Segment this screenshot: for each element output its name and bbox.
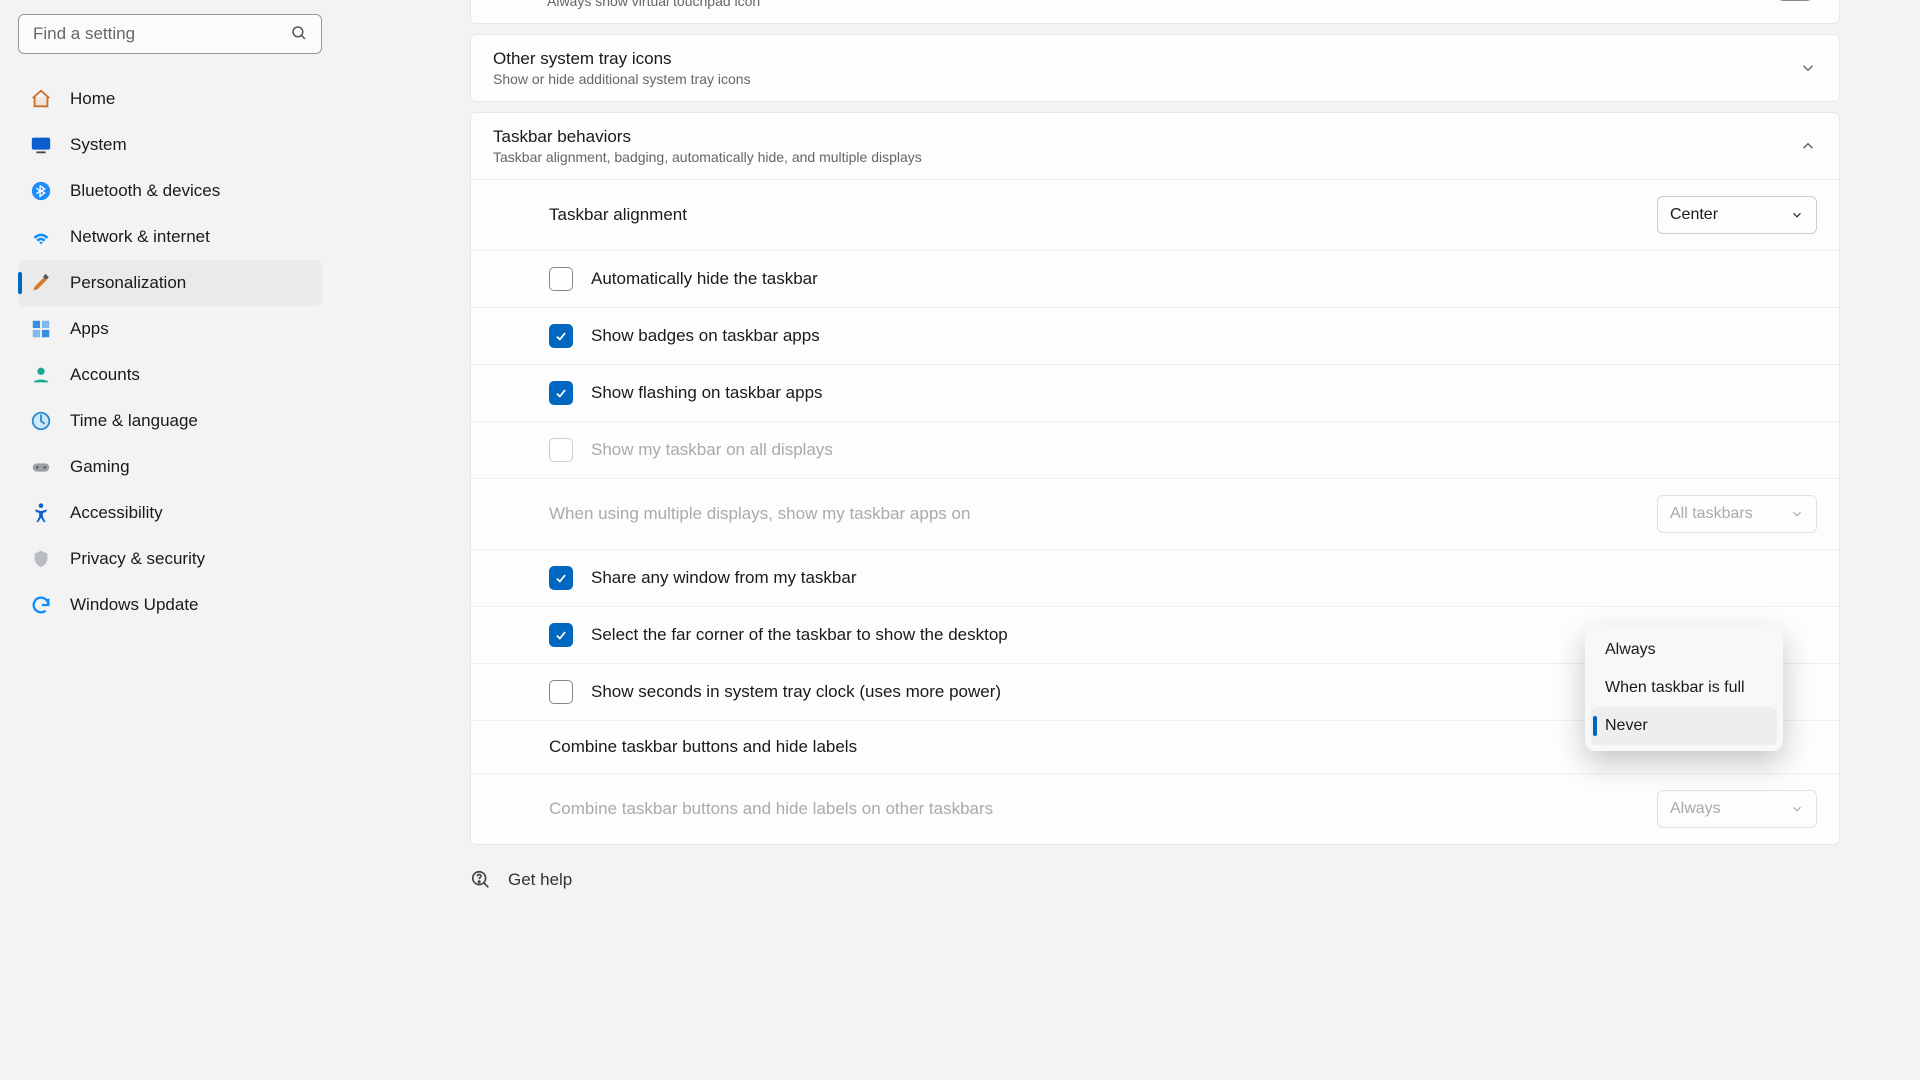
sidebar-item-bluetooth[interactable]: Bluetooth & devices xyxy=(18,168,322,214)
row-show-badges[interactable]: Show badges on taskbar apps xyxy=(471,307,1839,364)
row-combine-buttons: Combine taskbar buttons and hide labels … xyxy=(471,720,1839,773)
row-label: Show flashing on taskbar apps xyxy=(591,383,1817,403)
row-show-flashing[interactable]: Show flashing on taskbar apps xyxy=(471,364,1839,421)
chevron-down-icon xyxy=(1799,59,1817,77)
row-label: Combine taskbar buttons and hide labels … xyxy=(549,799,1657,819)
dropdown-value: Always xyxy=(1670,800,1721,818)
sidebar-item-system[interactable]: System xyxy=(18,122,322,168)
sidebar-item-label: Time & language xyxy=(70,411,198,431)
row-subtitle: Always show virtual touchpad icon xyxy=(547,0,1738,9)
sidebar-item-label: Bluetooth & devices xyxy=(70,181,220,201)
accessibility-icon xyxy=(30,502,52,524)
row-auto-hide[interactable]: Automatically hide the taskbar xyxy=(471,250,1839,307)
row-subtitle: Show or hide additional system tray icon… xyxy=(493,71,1787,87)
sidebar-item-label: Accounts xyxy=(70,365,140,385)
sidebar-item-accounts[interactable]: Accounts xyxy=(18,352,322,398)
search-input[interactable] xyxy=(18,14,322,54)
row-label: Automatically hide the taskbar xyxy=(591,269,1817,289)
search-icon xyxy=(290,24,308,42)
sidebar-item-label: Home xyxy=(70,89,115,109)
dropdown-value: All taskbars xyxy=(1670,505,1753,523)
checkbox[interactable] xyxy=(549,566,573,590)
update-icon xyxy=(30,594,52,616)
sidebar-item-label: Accessibility xyxy=(70,503,163,523)
sidebar: Home System Bluetooth & devices Network … xyxy=(0,0,340,1080)
sidebar-item-label: Apps xyxy=(70,319,109,339)
row-label: When using multiple displays, show my ta… xyxy=(549,504,1657,524)
row-label: Taskbar alignment xyxy=(549,205,1657,225)
dropdown-value: Center xyxy=(1670,206,1718,224)
behaviors-header-row[interactable]: Taskbar behaviors Taskbar alignment, bad… xyxy=(471,113,1839,179)
dropdown-combine-other: Always xyxy=(1657,790,1817,828)
sidebar-item-time-language[interactable]: Time & language xyxy=(18,398,322,444)
bluetooth-icon xyxy=(30,180,52,202)
home-icon xyxy=(30,88,52,110)
sidebar-item-network[interactable]: Network & internet xyxy=(18,214,322,260)
popup-option-never[interactable]: Never xyxy=(1591,707,1777,745)
toggle-switch[interactable] xyxy=(1773,0,1817,1)
link-label: Get help xyxy=(508,870,572,890)
sidebar-item-label: Windows Update xyxy=(70,595,199,615)
sidebar-item-windows-update[interactable]: Windows Update xyxy=(18,582,322,628)
row-label: Show my taskbar on all displays xyxy=(591,440,1817,460)
touchpad-icon xyxy=(493,0,521,4)
row-title: Other system tray icons xyxy=(493,49,1787,69)
row-label: Show badges on taskbar apps xyxy=(591,326,1817,346)
row-combine-other-taskbars: Combine taskbar buttons and hide labels … xyxy=(471,773,1839,844)
sidebar-item-label: Network & internet xyxy=(70,227,210,247)
row-label: Share any window from my taskbar xyxy=(591,568,1817,588)
person-icon xyxy=(30,364,52,386)
checkbox[interactable] xyxy=(549,623,573,647)
gamepad-icon xyxy=(30,456,52,478)
checkbox xyxy=(549,438,573,462)
sidebar-item-label: System xyxy=(70,135,127,155)
row-multi-displays-apps: When using multiple displays, show my ta… xyxy=(471,478,1839,549)
dropdown-alignment[interactable]: Center xyxy=(1657,196,1817,234)
paintbrush-icon xyxy=(30,272,52,294)
card-virtual-touchpad[interactable]: Virtual touchpad Always show virtual tou… xyxy=(470,0,1840,24)
combine-popup: Always When taskbar is full Never xyxy=(1585,625,1783,751)
clock-globe-icon xyxy=(30,410,52,432)
chevron-down-icon xyxy=(1790,802,1804,816)
checkbox[interactable] xyxy=(549,324,573,348)
help-icon xyxy=(470,869,492,891)
nav-list: Home System Bluetooth & devices Network … xyxy=(0,76,340,628)
sidebar-item-personalization[interactable]: Personalization xyxy=(18,260,322,306)
sidebar-item-home[interactable]: Home xyxy=(18,76,322,122)
row-share-window[interactable]: Share any window from my taskbar xyxy=(471,549,1839,606)
sidebar-item-privacy[interactable]: Privacy & security xyxy=(18,536,322,582)
shield-icon xyxy=(30,548,52,570)
chevron-down-icon xyxy=(1790,208,1804,222)
sidebar-item-gaming[interactable]: Gaming xyxy=(18,444,322,490)
row-taskbar-alignment: Taskbar alignment Center xyxy=(471,179,1839,250)
sidebar-item-label: Privacy & security xyxy=(70,549,205,569)
popup-option-always[interactable]: Always xyxy=(1591,631,1777,669)
sidebar-item-label: Personalization xyxy=(70,273,186,293)
chevron-up-icon xyxy=(1799,137,1817,155)
wifi-icon xyxy=(30,226,52,248)
dropdown-multi-displays: All taskbars xyxy=(1657,495,1817,533)
row-title: Taskbar behaviors xyxy=(493,127,1787,147)
system-icon xyxy=(30,134,52,156)
search-wrap xyxy=(18,14,322,54)
checkbox[interactable] xyxy=(549,381,573,405)
card-other-tray-icons[interactable]: Other system tray icons Show or hide add… xyxy=(470,34,1840,102)
chevron-down-icon xyxy=(1790,507,1804,521)
checkbox[interactable] xyxy=(549,267,573,291)
sidebar-item-label: Gaming xyxy=(70,457,130,477)
apps-icon xyxy=(30,318,52,340)
card-taskbar-behaviors: Taskbar behaviors Taskbar alignment, bad… xyxy=(470,112,1840,845)
popup-option-when-full[interactable]: When taskbar is full xyxy=(1591,669,1777,707)
sidebar-item-apps[interactable]: Apps xyxy=(18,306,322,352)
sidebar-item-accessibility[interactable]: Accessibility xyxy=(18,490,322,536)
row-all-displays: Show my taskbar on all displays xyxy=(471,421,1839,478)
main: Virtual touchpad Always show virtual tou… xyxy=(340,0,1920,1080)
behaviors-body: Taskbar alignment Center Automatically h… xyxy=(471,179,1839,844)
get-help-link[interactable]: Get help xyxy=(470,869,1840,891)
footer-links: Get help xyxy=(470,869,1840,891)
checkbox[interactable] xyxy=(549,680,573,704)
row-subtitle: Taskbar alignment, badging, automaticall… xyxy=(493,149,1787,165)
